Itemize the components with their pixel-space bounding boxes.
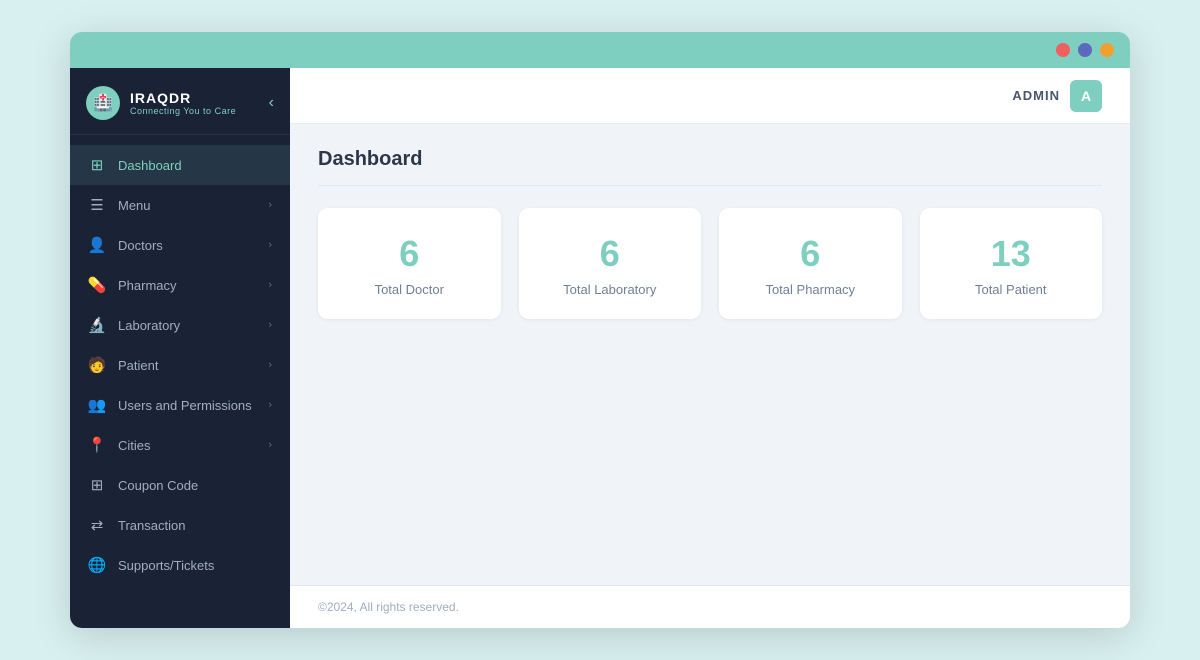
app-container: 🏥 IRAQDR Connecting You to Care ‹ ⊞ Dash… <box>70 68 1130 628</box>
coupon-icon: ⊞ <box>88 476 106 494</box>
sidebar-item-supports[interactable]: 🌐 Supports/Tickets <box>70 545 290 585</box>
browser-window: 🏥 IRAQDR Connecting You to Care ‹ ⊞ Dash… <box>70 32 1130 628</box>
sidebar-label-pharmacy: Pharmacy <box>118 278 177 293</box>
logo-subtitle: Connecting You to Care <box>130 106 236 116</box>
sidebar-label-patient: Patient <box>118 358 158 373</box>
main-content: ADMIN A Dashboard 6 Total Doctor 6 <box>290 68 1130 628</box>
browser-titlebar <box>70 32 1130 68</box>
sidebar-label-users: Users and Permissions <box>118 398 252 413</box>
sidebar-item-pharmacy[interactable]: 💊 Pharmacy › <box>70 265 290 305</box>
dashboard-icon: ⊞ <box>88 156 106 174</box>
sidebar-nav: ⊞ Dashboard ☰ Menu › 👤 Doctors <box>70 135 290 628</box>
sidebar-label-doctors: Doctors <box>118 238 163 253</box>
maximize-dot[interactable] <box>1100 43 1114 57</box>
transaction-icon: ⇄ <box>88 516 106 534</box>
sidebar-item-coupon[interactable]: ⊞ Coupon Code <box>70 465 290 505</box>
sidebar-label-dashboard: Dashboard <box>118 158 182 173</box>
stat-label-patient: Total Patient <box>975 282 1047 297</box>
chevron-right-icon: › <box>268 399 272 411</box>
chevron-right-icon: › <box>268 359 272 371</box>
chevron-right-icon: › <box>268 439 272 451</box>
sidebar-label-supports: Supports/Tickets <box>118 558 214 573</box>
stat-number-patient: 13 <box>991 236 1031 272</box>
close-dot[interactable] <box>1056 43 1070 57</box>
stat-label-doctor: Total Doctor <box>375 282 444 297</box>
minimize-dot[interactable] <box>1078 43 1092 57</box>
chevron-right-icon: › <box>268 319 272 331</box>
sidebar-label-coupon: Coupon Code <box>118 478 198 493</box>
logo-text: IRAQDR Connecting You to Care <box>130 90 236 116</box>
menu-icon: ☰ <box>88 196 106 214</box>
sidebar-item-cities[interactable]: 📍 Cities › <box>70 425 290 465</box>
sidebar-item-doctors[interactable]: 👤 Doctors › <box>70 225 290 265</box>
supports-icon: 🌐 <box>88 556 106 574</box>
stat-number-laboratory: 6 <box>600 236 620 272</box>
sidebar-item-users-permissions[interactable]: 👥 Users and Permissions › <box>70 385 290 425</box>
stat-label-pharmacy: Total Pharmacy <box>765 282 855 297</box>
stat-card-patient: 13 Total Patient <box>920 208 1103 319</box>
doctors-icon: 👤 <box>88 236 106 254</box>
cities-icon: 📍 <box>88 436 106 454</box>
footer-text: ©2024, All rights reserved. <box>318 600 459 614</box>
stat-card-pharmacy: 6 Total Pharmacy <box>719 208 902 319</box>
sidebar-label-cities: Cities <box>118 438 151 453</box>
sidebar-collapse-button[interactable]: ‹ <box>269 94 274 112</box>
sidebar-item-menu[interactable]: ☰ Menu › <box>70 185 290 225</box>
page-title: Dashboard <box>318 148 1102 186</box>
stat-card-doctor: 6 Total Doctor <box>318 208 501 319</box>
avatar[interactable]: A <box>1070 80 1102 112</box>
page-body: Dashboard 6 Total Doctor 6 Total Laborat… <box>290 124 1130 585</box>
sidebar-label-laboratory: Laboratory <box>118 318 180 333</box>
logo-icon: 🏥 <box>86 86 120 120</box>
user-label: ADMIN <box>1012 88 1060 103</box>
top-bar: ADMIN A <box>290 68 1130 124</box>
laboratory-icon: 🔬 <box>88 316 106 334</box>
stat-number-pharmacy: 6 <box>800 236 820 272</box>
sidebar-label-menu: Menu <box>118 198 151 213</box>
sidebar-item-transaction[interactable]: ⇄ Transaction <box>70 505 290 545</box>
chevron-right-icon: › <box>268 279 272 291</box>
patient-icon: 🧑 <box>88 356 106 374</box>
stats-grid: 6 Total Doctor 6 Total Laboratory 6 Tota… <box>318 208 1102 319</box>
sidebar-item-laboratory[interactable]: 🔬 Laboratory › <box>70 305 290 345</box>
sidebar-item-patient[interactable]: 🧑 Patient › <box>70 345 290 385</box>
chevron-right-icon: › <box>268 239 272 251</box>
stat-card-laboratory: 6 Total Laboratory <box>519 208 702 319</box>
stat-label-laboratory: Total Laboratory <box>563 282 656 297</box>
user-info: ADMIN A <box>1012 80 1102 112</box>
footer: ©2024, All rights reserved. <box>290 585 1130 628</box>
sidebar-logo: 🏥 IRAQDR Connecting You to Care ‹ <box>70 68 290 135</box>
users-icon: 👥 <box>88 396 106 414</box>
chevron-right-icon: › <box>268 199 272 211</box>
sidebar: 🏥 IRAQDR Connecting You to Care ‹ ⊞ Dash… <box>70 68 290 628</box>
logo-title: IRAQDR <box>130 90 236 106</box>
sidebar-item-dashboard[interactable]: ⊞ Dashboard <box>70 145 290 185</box>
pharmacy-icon: 💊 <box>88 276 106 294</box>
logo-left: 🏥 IRAQDR Connecting You to Care <box>86 86 236 120</box>
stat-number-doctor: 6 <box>399 236 419 272</box>
sidebar-label-transaction: Transaction <box>118 518 185 533</box>
